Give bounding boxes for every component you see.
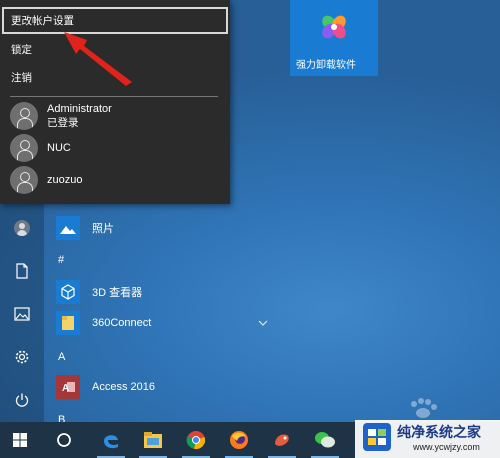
- chrome-icon: [186, 431, 206, 450]
- taskbar-wechat[interactable]: [305, 422, 345, 458]
- app-label: Access 2016: [92, 381, 155, 393]
- paw-watermark-icon: [411, 398, 437, 418]
- avatar: [10, 102, 38, 130]
- photos-icon: [56, 216, 80, 240]
- app-icon: [275, 434, 289, 446]
- power-icon: [15, 393, 29, 407]
- settings-button[interactable]: [0, 337, 44, 377]
- firefox-icon: [230, 431, 248, 449]
- settings-icon: [15, 350, 29, 364]
- watermark-url: www.ycwjzy.com: [413, 442, 480, 452]
- group-letter[interactable]: #: [58, 254, 64, 266]
- app-photos[interactable]: 照片: [56, 213, 286, 243]
- taskbar-file-explorer[interactable]: [133, 422, 173, 458]
- uninstaller-app-icon: [322, 15, 346, 39]
- edge-icon: [104, 435, 118, 449]
- access-icon: A: [56, 375, 80, 399]
- taskbar-edge[interactable]: [91, 422, 131, 458]
- taskbar-firefox[interactable]: [219, 422, 259, 458]
- site-watermark: 纯净系统之家 www.ycwjzy.com: [355, 418, 500, 458]
- wechat-icon: [315, 432, 335, 448]
- cortana-button[interactable]: [44, 422, 84, 458]
- avatar: [10, 166, 38, 194]
- power-button[interactable]: [0, 380, 44, 420]
- documents-button[interactable]: [0, 251, 44, 291]
- pictures-icon: [14, 307, 30, 321]
- avatar: [10, 134, 38, 162]
- file-explorer-icon: [144, 432, 162, 448]
- watermark-title: 纯净系统之家: [397, 425, 481, 441]
- taskbar-app[interactable]: [262, 422, 302, 458]
- group-letter[interactable]: B: [58, 414, 65, 422]
- user-status: 已登录: [47, 117, 79, 129]
- user-name: NUC: [47, 142, 71, 154]
- app-3d-viewer[interactable]: 3D 查看器: [56, 277, 286, 307]
- chevron-down-icon[interactable]: [258, 318, 268, 328]
- document-icon: [16, 263, 28, 279]
- app-access-2016[interactable]: A Access 2016: [56, 372, 286, 402]
- start-button[interactable]: [0, 422, 40, 458]
- app-label: 360Connect: [92, 317, 152, 329]
- folder-icon: [56, 311, 80, 335]
- user-name: Administrator: [47, 103, 112, 115]
- user-nuc[interactable]: NUC: [10, 133, 220, 163]
- user-zuozuo[interactable]: zuozuo: [10, 165, 220, 195]
- user-icon: [14, 220, 30, 236]
- taskbar-chrome[interactable]: [176, 422, 216, 458]
- app-label: 照片: [92, 223, 114, 235]
- group-letter[interactable]: A: [58, 351, 65, 363]
- windows-start-icon: [13, 433, 27, 447]
- svg-text:A: A: [62, 383, 69, 394]
- app-360connect[interactable]: 360Connect: [56, 308, 286, 338]
- annotation-arrow: [64, 32, 132, 86]
- tile-label: 强力卸载软件: [296, 60, 356, 71]
- app-label: 3D 查看器: [92, 287, 143, 299]
- user-administrator[interactable]: Administrator 已登录: [10, 101, 220, 131]
- user-name: zuozuo: [47, 174, 83, 186]
- watermark-logo-icon: [363, 423, 391, 451]
- menu-divider: [10, 96, 218, 97]
- 3d-viewer-icon: [56, 280, 80, 304]
- cortana-search-icon: [57, 433, 71, 447]
- tile-uninstaller[interactable]: 强力卸载软件: [290, 0, 378, 76]
- user-button[interactable]: [0, 208, 44, 248]
- pictures-button[interactable]: [0, 294, 44, 334]
